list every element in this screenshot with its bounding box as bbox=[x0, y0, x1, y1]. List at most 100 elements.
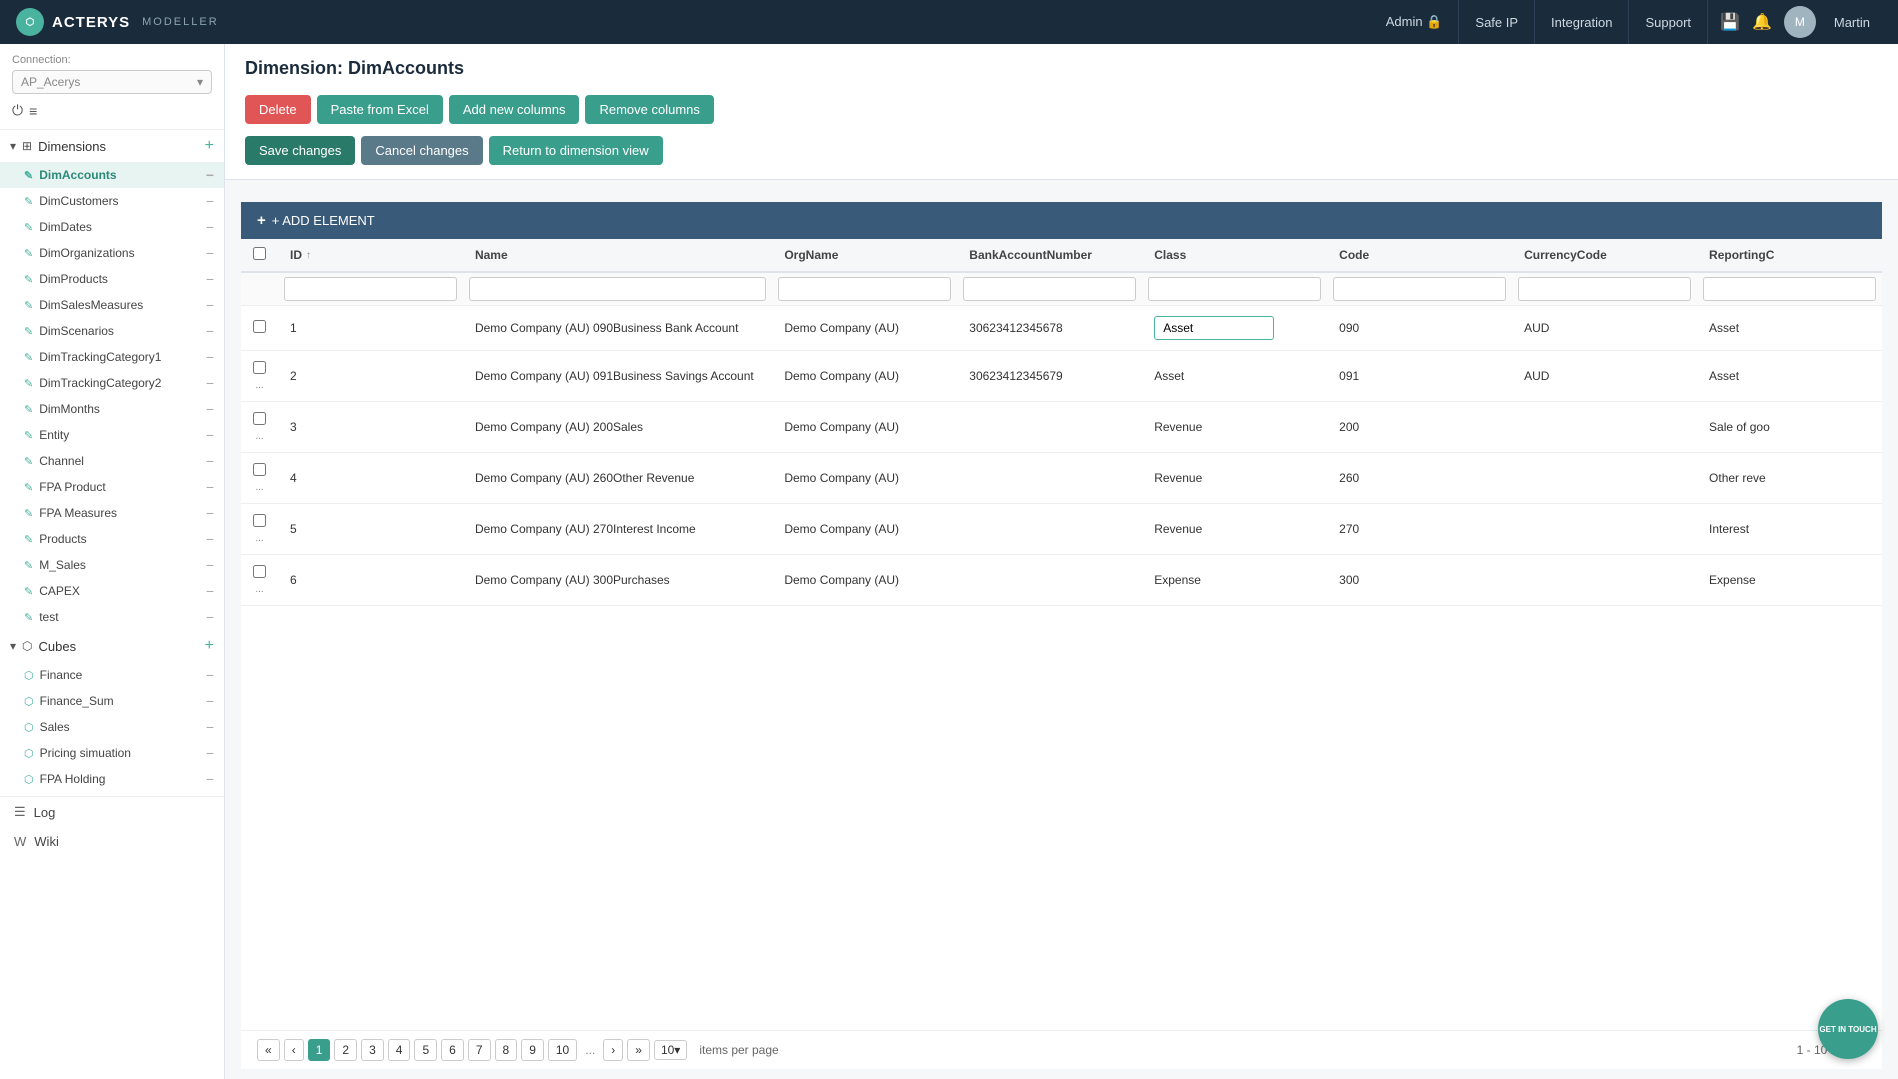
remove-dimension-icon[interactable]: − bbox=[206, 505, 214, 521]
dimensions-item-fpa-product[interactable]: ✎ FPA Product − bbox=[0, 474, 224, 500]
row-expand-icon[interactable]: ... bbox=[255, 482, 263, 493]
remove-dimension-icon[interactable]: − bbox=[206, 219, 214, 235]
remove-dimension-icon[interactable]: − bbox=[206, 479, 214, 495]
remove-dimension-icon[interactable]: − bbox=[206, 557, 214, 573]
remove-dimension-icon[interactable]: − bbox=[206, 453, 214, 469]
row-expand-icon[interactable]: ... bbox=[255, 431, 263, 442]
dimensions-item-channel[interactable]: ✎ Channel − bbox=[0, 448, 224, 474]
horizontal-scrollbar-top[interactable] bbox=[241, 190, 1882, 202]
add-columns-button[interactable]: Add new columns bbox=[449, 95, 580, 124]
remove-columns-button[interactable]: Remove columns bbox=[585, 95, 713, 124]
dimensions-item-dimproducts[interactable]: ✎ DimProducts − bbox=[0, 266, 224, 292]
row-expand-icon[interactable]: ... bbox=[255, 380, 263, 391]
prev-page-button[interactable]: ‹ bbox=[284, 1039, 304, 1061]
page-6-button[interactable]: 6 bbox=[441, 1039, 464, 1061]
first-page-button[interactable]: « bbox=[257, 1039, 280, 1061]
paste-excel-button[interactable]: Paste from Excel bbox=[317, 95, 443, 124]
avatar[interactable]: M bbox=[1784, 6, 1816, 38]
remove-dimension-icon[interactable]: − bbox=[206, 427, 214, 443]
page-3-button[interactable]: 3 bbox=[361, 1039, 384, 1061]
page-4-button[interactable]: 4 bbox=[388, 1039, 411, 1061]
dimensions-item-dimmonths[interactable]: ✎ DimMonths − bbox=[0, 396, 224, 422]
dimensions-item-test[interactable]: ✎ test − bbox=[0, 604, 224, 630]
class-edit-input[interactable] bbox=[1154, 316, 1274, 340]
page-7-button[interactable]: 7 bbox=[468, 1039, 491, 1061]
cubes-item-pricing[interactable]: ⬡ Pricing simuation − bbox=[0, 740, 224, 766]
integration-link[interactable]: Integration bbox=[1535, 0, 1629, 44]
page-5-button[interactable]: 5 bbox=[414, 1039, 437, 1061]
page-8-button[interactable]: 8 bbox=[495, 1039, 518, 1061]
remove-dimension-icon[interactable]: − bbox=[206, 583, 214, 599]
cell-class[interactable] bbox=[1142, 306, 1327, 351]
support-link[interactable]: Support bbox=[1629, 0, 1708, 44]
remove-cube-icon[interactable]: − bbox=[206, 667, 214, 683]
safeip-link[interactable]: Safe IP bbox=[1459, 0, 1535, 44]
remove-cube-icon[interactable]: − bbox=[206, 719, 214, 735]
remove-dimension-icon[interactable]: − bbox=[206, 297, 214, 313]
cubes-item-sales[interactable]: ⬡ Sales − bbox=[0, 714, 224, 740]
wiki-item[interactable]: W Wiki bbox=[0, 827, 224, 856]
dimensions-item-dimscenarios[interactable]: ✎ DimScenarios − bbox=[0, 318, 224, 344]
row-checkbox[interactable] bbox=[253, 514, 266, 527]
dimensions-group-header[interactable]: ▾ ⊞ Dimensions + bbox=[0, 130, 224, 162]
filter-id-input[interactable] bbox=[284, 277, 457, 301]
row-checkbox[interactable] bbox=[253, 320, 266, 333]
return-dimension-button[interactable]: Return to dimension view bbox=[489, 136, 663, 165]
row-expand-icon[interactable]: ... bbox=[255, 533, 263, 544]
page-1-button[interactable]: 1 bbox=[308, 1039, 331, 1061]
row-checkbox[interactable] bbox=[253, 412, 266, 425]
bell-icon[interactable]: 🔔 bbox=[1752, 12, 1772, 32]
cancel-changes-button[interactable]: Cancel changes bbox=[361, 136, 482, 165]
remove-dimension-icon[interactable]: − bbox=[206, 271, 214, 287]
next-page-button[interactable]: › bbox=[603, 1039, 623, 1061]
row-checkbox[interactable] bbox=[253, 361, 266, 374]
cubes-item-finance[interactable]: ⬡ Finance − bbox=[0, 662, 224, 688]
filter-currency-input[interactable] bbox=[1518, 277, 1691, 301]
dimensions-item-dimtracking2[interactable]: ✎ DimTrackingCategory2 − bbox=[0, 370, 224, 396]
dimensions-item-dimorganizations[interactable]: ✎ DimOrganizations − bbox=[0, 240, 224, 266]
power-icon[interactable]: ⏻ bbox=[12, 102, 23, 119]
per-page-select[interactable]: 10 ▾ bbox=[654, 1040, 687, 1060]
dimensions-item-m-sales[interactable]: ✎ M_Sales − bbox=[0, 552, 224, 578]
page-9-button[interactable]: 9 bbox=[521, 1039, 544, 1061]
list-icon[interactable]: ≡ bbox=[29, 103, 37, 119]
remove-cube-icon[interactable]: − bbox=[206, 745, 214, 761]
page-2-button[interactable]: 2 bbox=[334, 1039, 357, 1061]
delete-button[interactable]: Delete bbox=[245, 95, 311, 124]
filter-name-input[interactable] bbox=[469, 277, 766, 301]
dimensions-item-dimsalesmeasures[interactable]: ✎ DimSalesMeasures − bbox=[0, 292, 224, 318]
add-dimension-button[interactable]: + bbox=[205, 137, 214, 155]
add-cube-button[interactable]: + bbox=[205, 637, 214, 655]
save-changes-button[interactable]: Save changes bbox=[245, 136, 355, 165]
dimensions-item-dimaccounts[interactable]: ✎ DimAccounts − bbox=[0, 162, 224, 188]
remove-dimension-icon[interactable]: − bbox=[206, 167, 214, 183]
add-element-bar[interactable]: + + ADD ELEMENT bbox=[241, 202, 1882, 239]
dimensions-item-products[interactable]: ✎ Products − bbox=[0, 526, 224, 552]
remove-dimension-icon[interactable]: − bbox=[206, 245, 214, 261]
log-item[interactable]: ☰ Log bbox=[0, 797, 224, 827]
filter-reporting-input[interactable] bbox=[1703, 277, 1876, 301]
remove-dimension-icon[interactable]: − bbox=[206, 609, 214, 625]
dimensions-item-capex[interactable]: ✎ CAPEX − bbox=[0, 578, 224, 604]
page-10-button[interactable]: 10 bbox=[548, 1039, 577, 1061]
filter-bank-input[interactable] bbox=[963, 277, 1136, 301]
filter-orgname-input[interactable] bbox=[778, 277, 951, 301]
cubes-group-header[interactable]: ▾ ⬡ Cubes + bbox=[0, 630, 224, 662]
remove-dimension-icon[interactable]: − bbox=[206, 323, 214, 339]
last-page-button[interactable]: » bbox=[627, 1039, 650, 1061]
dimensions-item-dimdates[interactable]: ✎ DimDates − bbox=[0, 214, 224, 240]
dimensions-item-dimtracking1[interactable]: ✎ DimTrackingCategory1 − bbox=[0, 344, 224, 370]
dimensions-item-dimcustomers[interactable]: ✎ DimCustomers − bbox=[0, 188, 224, 214]
remove-cube-icon[interactable]: − bbox=[206, 771, 214, 787]
get-in-touch-button[interactable]: GET IN TOUCH bbox=[1818, 999, 1878, 1059]
dimensions-item-entity[interactable]: ✎ Entity − bbox=[0, 422, 224, 448]
filter-code-input[interactable] bbox=[1333, 277, 1506, 301]
remove-dimension-icon[interactable]: − bbox=[206, 531, 214, 547]
row-expand-icon[interactable]: ... bbox=[255, 584, 263, 595]
admin-link[interactable]: Admin 🔒 bbox=[1370, 0, 1460, 44]
connection-select[interactable]: AP_Acerys ▾ bbox=[12, 70, 212, 94]
cubes-item-fpa-holding[interactable]: ⬡ FPA Holding − bbox=[0, 766, 224, 792]
filter-class-input[interactable] bbox=[1148, 277, 1321, 301]
remove-dimension-icon[interactable]: − bbox=[206, 401, 214, 417]
cubes-item-finance-sum[interactable]: ⬡ Finance_Sum − bbox=[0, 688, 224, 714]
